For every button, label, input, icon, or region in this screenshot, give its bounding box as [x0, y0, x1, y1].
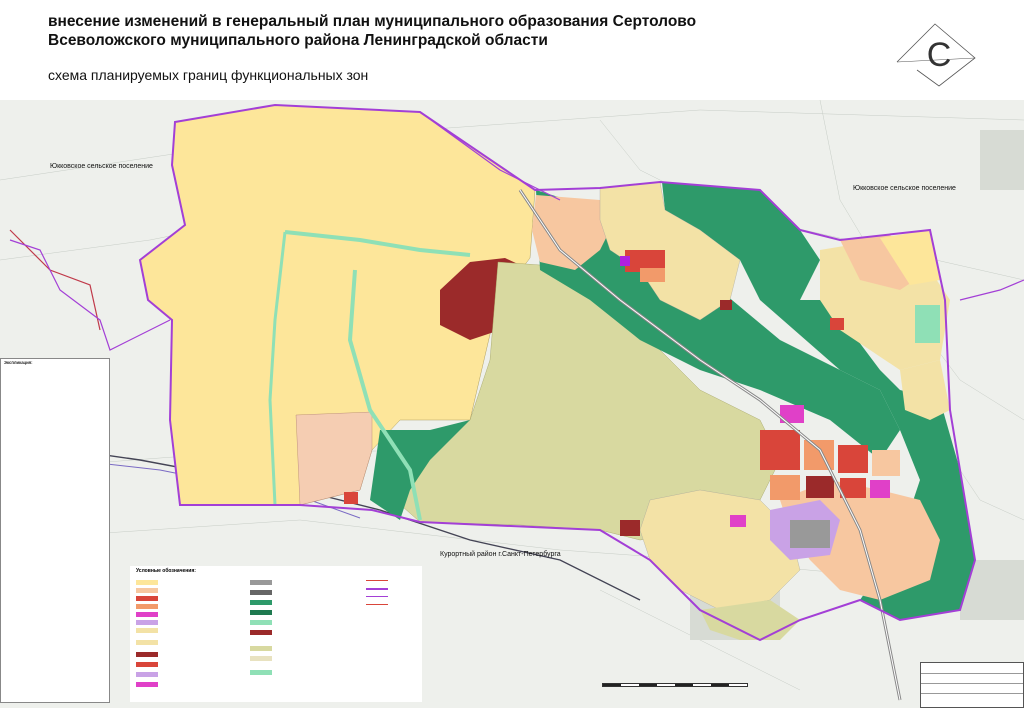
- swatch-line-red-2: [366, 604, 388, 605]
- zone-grey: [790, 520, 830, 548]
- title-line-2: Всеволожского муниципального района Лени…: [48, 32, 548, 49]
- label-west-settlement: Юкковское сельское поселение: [50, 163, 153, 170]
- zone-hatched-green: [915, 305, 940, 343]
- swatch-red: [136, 596, 158, 601]
- map-subtitle: схема планируемых границ функциональных …: [48, 67, 369, 83]
- swatch-greenway: [250, 670, 272, 675]
- map-title: внесение изменений в генеральный план му…: [48, 12, 808, 50]
- swatch-darkred: [136, 652, 158, 657]
- swatch-darkred-2: [250, 630, 272, 635]
- swatch-olive: [250, 646, 272, 651]
- title-block-stamp: [920, 662, 1024, 708]
- swatch-red-2: [136, 662, 158, 667]
- explication-title: Экспликация:: [4, 361, 33, 365]
- swatch-purple-2: [136, 672, 158, 677]
- scale-bar: [602, 683, 748, 687]
- swatch-line-red: [366, 580, 388, 581]
- label-south-district: Курортный район г.Санкт-Петербурга: [440, 550, 561, 558]
- swatch-residential-2: [136, 640, 158, 645]
- swatch-residential: [136, 628, 158, 633]
- swatch-orange: [136, 604, 158, 609]
- swatch-magenta-2: [136, 682, 158, 687]
- title-line-1: внесение изменений в генеральный план му…: [48, 13, 697, 30]
- swatch-lightolive: [250, 656, 272, 661]
- sertolovo-logo-icon: С: [896, 23, 976, 87]
- swatch-darkgreen: [250, 610, 272, 615]
- swatch-darkgrey: [250, 590, 272, 595]
- conventions-title: Условные обозначения:: [136, 568, 196, 574]
- swatch-yellow: [136, 580, 158, 585]
- swatch-line-purple-thin: [366, 596, 388, 597]
- swatch-salmon: [136, 588, 158, 593]
- logo-letter: С: [927, 36, 952, 74]
- conventions-legend: Условные обозначения:: [130, 566, 422, 702]
- swatch-magenta: [136, 612, 158, 617]
- swatch-purple: [136, 620, 158, 625]
- map-header: внесение изменений в генеральный план му…: [0, 0, 1024, 100]
- swatch-grey: [250, 580, 272, 585]
- swatch-line-purple: [366, 588, 388, 590]
- swatch-green: [250, 600, 272, 605]
- swatch-lightgreen: [250, 620, 272, 625]
- label-east-settlement: Юкковское сельское поселение: [853, 185, 956, 192]
- explication-legend: Экспликация:: [0, 358, 110, 703]
